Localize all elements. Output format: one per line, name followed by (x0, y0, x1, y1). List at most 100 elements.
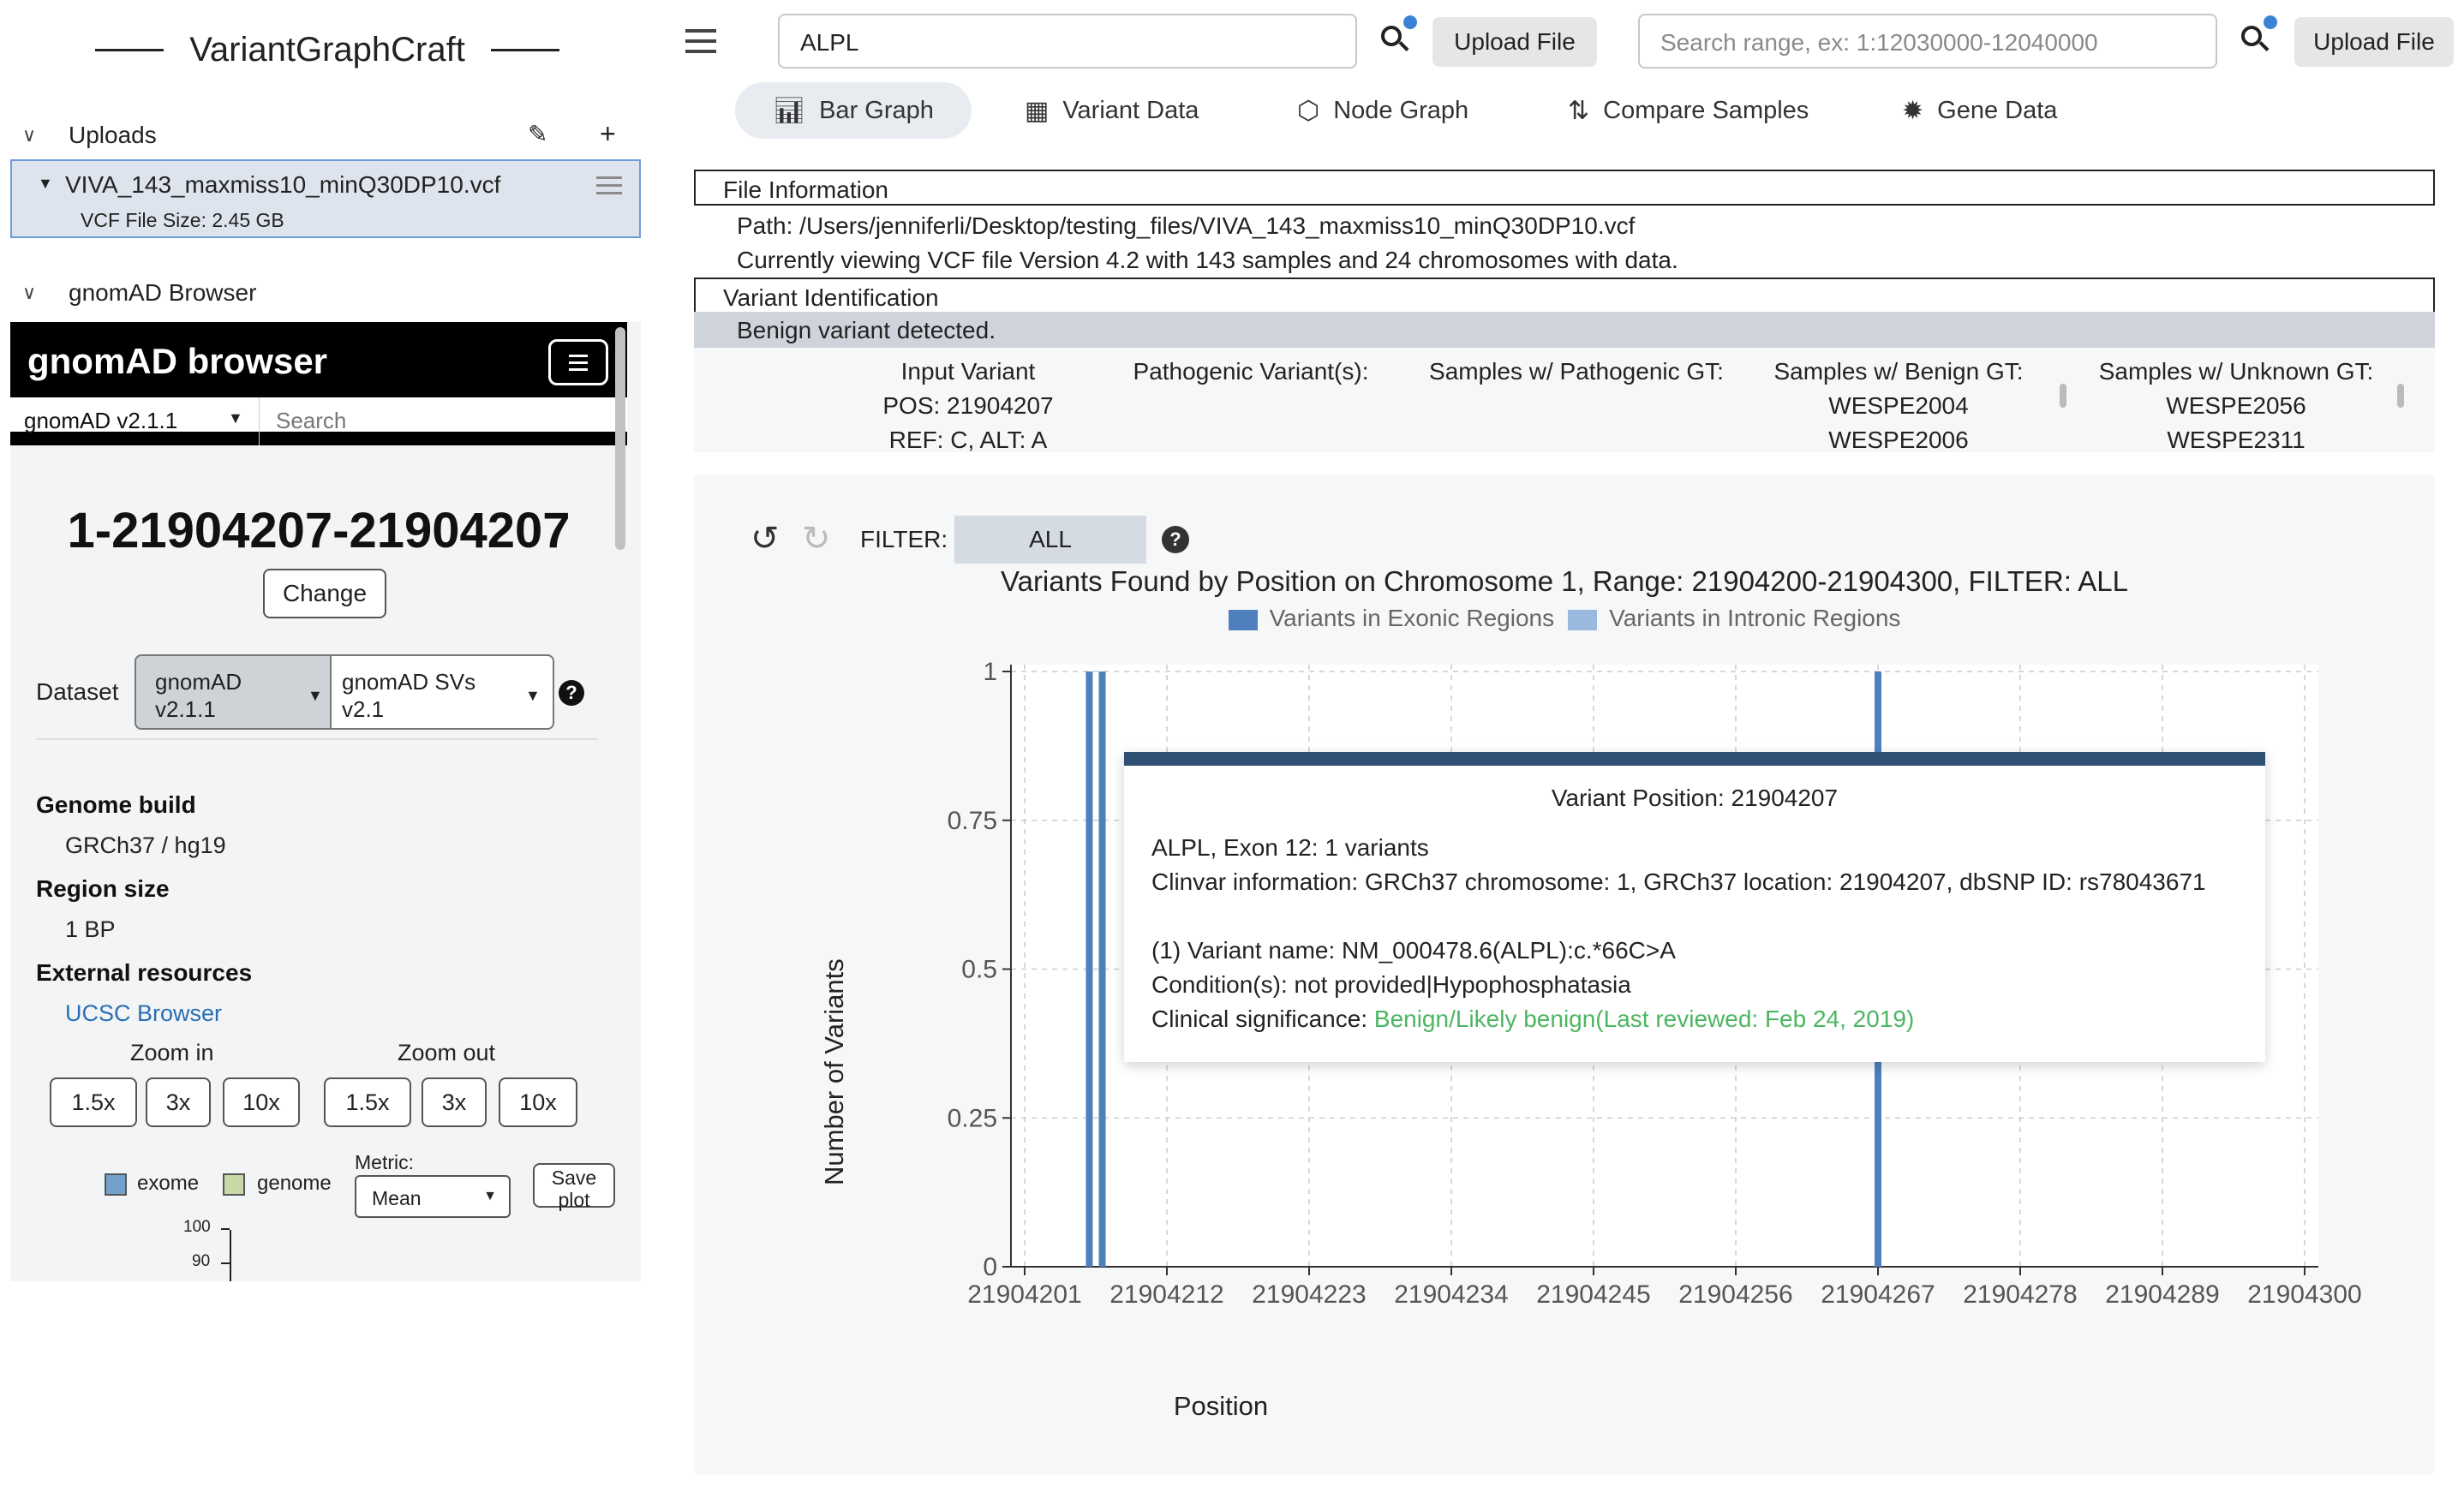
bar-chart-icon: 📊︎ (773, 96, 806, 125)
gnomad-brand[interactable]: gnomAD browser (27, 341, 327, 382)
column-header: Samples w/ Unknown GT: (2098, 358, 2374, 385)
mini-chart-tick-mark (221, 1262, 230, 1264)
y-tick-label: 0.25 (948, 1104, 997, 1132)
variant-tooltip: Variant Position: 21904207 ALPL, Exon 12… (1124, 752, 2265, 1062)
range-search-input[interactable]: Search range, ex: 1:12030000-12040000 (1638, 14, 2217, 69)
tab-label: Variant Data (1062, 96, 1199, 124)
caret-down-icon: ▼ (525, 687, 541, 704)
help-icon[interactable]: ? (559, 680, 584, 706)
caret-down-icon: ▼ (308, 687, 323, 704)
column-header: Pathogenic Variant(s): (1133, 358, 1369, 385)
mini-chart-axis (230, 1230, 231, 1281)
gene-search-input[interactable]: ALPL (778, 14, 1357, 69)
tab-variant-data[interactable]: ▦ Variant Data (987, 82, 1236, 139)
zoom-out-10x-button[interactable]: 10x (499, 1077, 577, 1127)
zoom-in-3x-button[interactable]: 3x (146, 1077, 211, 1127)
tab-compare-samples[interactable]: ⇅ Compare Samples (1530, 82, 1846, 139)
uploads-section-header[interactable]: ∨ Uploads (22, 122, 157, 149)
exome-swatch (105, 1173, 127, 1196)
gnomad-header: gnomAD browser (10, 322, 627, 397)
save-plot-button[interactable]: Save plot (533, 1163, 615, 1211)
save-plot-line: Save (551, 1167, 597, 1189)
x-tick-label: 21904289 (2105, 1280, 2219, 1309)
exome-label: exome (137, 1172, 200, 1195)
x-tick-label: 21904256 (1678, 1280, 1792, 1309)
x-tick-label: 21904201 (967, 1280, 1081, 1309)
notification-dot (2264, 15, 2277, 29)
gnomad-search-input[interactable]: Search (276, 408, 346, 434)
gnomad-dataset-select[interactable]: gnomAD v2.1.1 (24, 408, 177, 434)
x-tick-label: 21904234 (1394, 1280, 1508, 1309)
variant-bar (1098, 671, 1106, 1267)
tooltip-header-bar (1124, 752, 2265, 766)
mini-chart-tick: 100 (183, 1218, 211, 1236)
genome-label: genome (257, 1172, 332, 1195)
caret-down-icon[interactable]: ▼ (38, 175, 53, 193)
column-cell: REF: C, ALT: A (888, 427, 1048, 453)
upload-file-button[interactable]: Upload File (1432, 17, 1597, 67)
pathogenic-variants-column: Pathogenic Variant(s): (1088, 355, 1414, 389)
gnomad-section-label: gnomAD Browser (69, 279, 257, 306)
add-icon[interactable]: + (600, 118, 616, 150)
gnomad-frame: gnomAD browser gnomAD v2.1.1 ▼ Search 1-… (10, 322, 641, 1281)
scrollbar[interactable] (2397, 384, 2404, 408)
genome-swatch (223, 1173, 245, 1196)
mini-chart-tick: 90 (192, 1252, 211, 1270)
zoom-in-1-5x-button[interactable]: 1.5x (50, 1077, 137, 1127)
column-cell: WESPE2311 (2167, 427, 2306, 453)
graph-panel: ↺ ↻ FILTER: ALL ? Variants Found by Posi… (694, 474, 2435, 1475)
significance-label: Clinical significance: (1151, 1006, 1374, 1032)
hamburger-menu-icon[interactable] (685, 29, 716, 60)
file-version-line: Currently viewing VCF file Version 4.2 w… (737, 247, 1678, 273)
edit-icon[interactable]: ✎ (528, 120, 547, 148)
gnomad-menu-button[interactable] (548, 339, 608, 385)
divider (259, 397, 260, 445)
top-bar: ALPL Upload File Search range, ex: 1:120… (655, 0, 2464, 151)
dataset-option-line: gnomAD SVs (342, 669, 476, 695)
app-title: VariantGraphCraft (0, 24, 655, 75)
tooltip-gene-line: ALPL, Exon 12: 1 variants (1151, 834, 1429, 861)
change-button[interactable]: Change (263, 569, 386, 618)
upload-file-item[interactable]: ▼ VIVA_143_maxmiss10_minQ30DP10.vcf VCF … (10, 159, 641, 238)
sidebar: VariantGraphCraft ∨ Uploads ✎ + ▼ VIVA_1… (0, 0, 655, 1492)
zoom-out-1-5x-button[interactable]: 1.5x (324, 1077, 411, 1127)
divider (36, 738, 597, 740)
tab-node-graph[interactable]: ⬡ Node Graph (1259, 82, 1506, 139)
title-rule-left (95, 48, 164, 51)
upload-file-button[interactable]: Upload File (2294, 17, 2454, 67)
dataset-option-gnomad-svs[interactable]: gnomAD SVs v2.1 ▼ (330, 654, 554, 730)
file-info-header: File Information (694, 170, 2435, 206)
benign-message: Benign variant detected. (694, 312, 2435, 348)
ucsc-browser-link[interactable]: UCSC Browser (65, 1000, 222, 1027)
zoom-out-3x-button[interactable]: 3x (422, 1077, 487, 1127)
column-cell: WESPE2006 (1828, 427, 1969, 453)
x-tick-label: 21904278 (1963, 1280, 2077, 1309)
chevron-down-icon: ∨ (22, 282, 37, 303)
tooltip-clinvar-line: Clinvar information: GRCh37 chromosome: … (1151, 868, 2206, 895)
tab-label: Compare Samples (1603, 96, 1809, 124)
significance-value: Benign/Likely benign(Last reviewed: Feb … (1373, 1006, 1915, 1032)
dataset-label: Dataset (36, 678, 119, 705)
gnomad-section-header[interactable]: ∨ gnomAD Browser (22, 279, 256, 307)
dataset-option-line: v2.1 (342, 696, 385, 722)
y-tick-label: 0.75 (948, 807, 997, 835)
notification-dot (1403, 15, 1417, 29)
column-cell: WESPE2056 (2166, 392, 2306, 419)
search-icon[interactable] (1381, 15, 1417, 57)
dataset-option-line: v2.1.1 (155, 696, 216, 722)
tab-gene-data[interactable]: ✹ Gene Data (1864, 82, 2095, 139)
tab-bar-graph[interactable]: 📊︎ Bar Graph (735, 82, 972, 139)
column-cell: WESPE2004 (1828, 392, 1969, 419)
file-path: Path: /Users/jenniferli/Desktop/testing_… (737, 212, 1636, 239)
info-panel: File Information Path: /Users/jenniferli… (694, 168, 2435, 453)
zoom-in-10x-button[interactable]: 10x (223, 1077, 300, 1127)
table-icon: ▦ (1025, 96, 1050, 125)
gene-icon: ✹ (1902, 96, 1924, 125)
metric-select[interactable]: Mean ▼ (355, 1175, 511, 1218)
x-tick-label: 21904300 (2247, 1280, 2361, 1309)
search-icon[interactable] (2241, 15, 2277, 57)
list-menu-icon[interactable] (596, 176, 625, 202)
tab-label: Node Graph (1333, 96, 1469, 124)
tooltip-conditions: Condition(s): not provided|Hypophosphata… (1151, 971, 1631, 998)
dataset-option-gnomad-v2[interactable]: gnomAD v2.1.1 ▼ (135, 654, 332, 730)
